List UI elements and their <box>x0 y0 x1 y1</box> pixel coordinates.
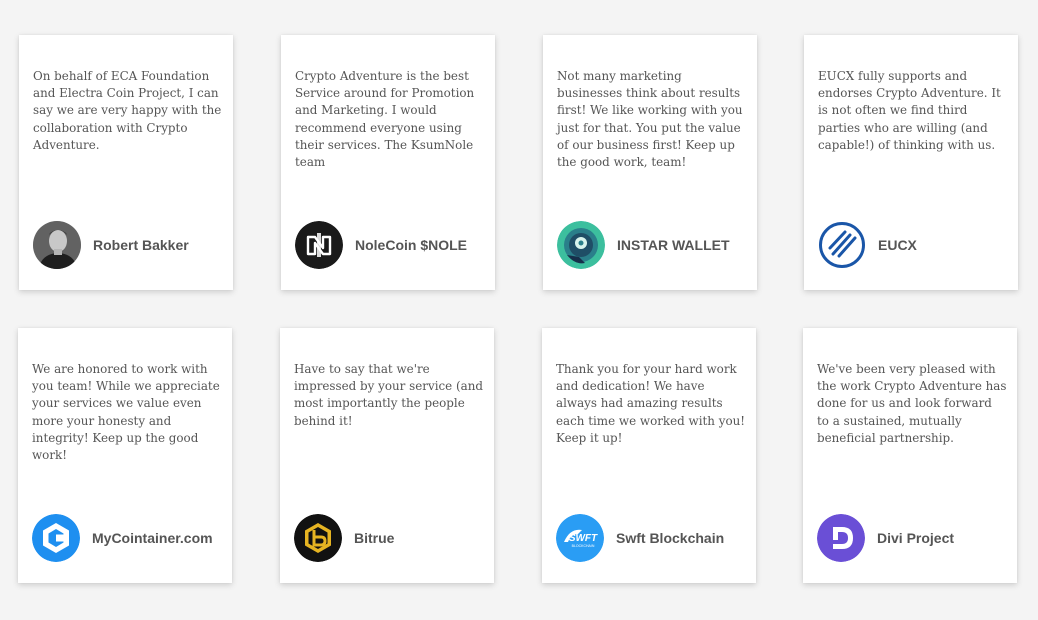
testimonial-card: Crypto Adventure is the best Service aro… <box>281 35 495 290</box>
author-name: Swft Blockchain <box>616 530 725 546</box>
testimonial-author: SWFT BLOCKCHAIN Swft Blockchain <box>556 514 724 562</box>
nolecoin-logo-icon <box>295 221 343 269</box>
testimonial-author: Bitrue <box>294 514 394 562</box>
testimonial-quote: Not many marketing businesses think abou… <box>557 69 743 170</box>
swft-logo-subtext: BLOCKCHAIN <box>572 544 595 548</box>
testimonial-quote: EUCX fully supports and endorses Crypto … <box>818 69 1001 152</box>
bitrue-logo-icon <box>294 514 342 562</box>
testimonial-card: Have to say that we're impressed by your… <box>280 328 494 583</box>
author-name: Divi Project <box>877 530 955 546</box>
testimonial-author: MyCointainer.com <box>32 514 213 562</box>
divi-project-logo-icon <box>817 514 865 562</box>
testimonial-quote: Thank you for your hard work and dedicat… <box>556 362 746 445</box>
testimonial-quote: We've been very pleased with the work Cr… <box>817 362 1007 445</box>
testimonial-card: Not many marketing businesses think abou… <box>543 35 757 290</box>
swft-blockchain-logo-icon: SWFT BLOCKCHAIN <box>556 514 604 562</box>
author-name: INSTAR WALLET <box>617 237 730 253</box>
testimonial-quote: On behalf of ECA Foundation and Electra … <box>33 69 222 152</box>
testimonial-quote: Have to say that we're impressed by your… <box>294 362 483 428</box>
author-name: NoleCoin $NOLE <box>355 237 468 253</box>
author-name: MyCointainer.com <box>92 530 213 546</box>
author-name: EUCX <box>878 237 917 253</box>
testimonial-quote: Crypto Adventure is the best Service aro… <box>295 69 475 170</box>
testimonial-author: INSTAR WALLET <box>557 221 730 269</box>
author-name: Robert Bakker <box>93 237 189 253</box>
testimonial-card: We've been very pleased with the work Cr… <box>803 328 1017 583</box>
instar-wallet-logo-icon <box>557 221 605 269</box>
testimonial-author: EUCX <box>818 221 917 269</box>
testimonial-card: On behalf of ECA Foundation and Electra … <box>19 35 233 290</box>
testimonial-card: Thank you for your hard work and dedicat… <box>542 328 756 583</box>
testimonial-quote: We are honored to work with you team! Wh… <box>32 362 220 463</box>
testimonial-card: EUCX fully supports and endorses Crypto … <box>804 35 1018 290</box>
testimonial-card: We are honored to work with you team! Wh… <box>18 328 232 583</box>
swft-logo-text: SWFT <box>569 533 598 544</box>
testimonial-author: Robert Bakker <box>33 221 189 269</box>
mycointainer-logo-icon <box>32 514 80 562</box>
testimonial-author: NoleCoin $NOLE <box>295 221 467 269</box>
eucx-logo-icon <box>818 221 866 269</box>
person-photo-icon <box>33 221 81 269</box>
testimonial-author: Divi Project <box>817 514 954 562</box>
author-name: Bitrue <box>354 530 395 546</box>
